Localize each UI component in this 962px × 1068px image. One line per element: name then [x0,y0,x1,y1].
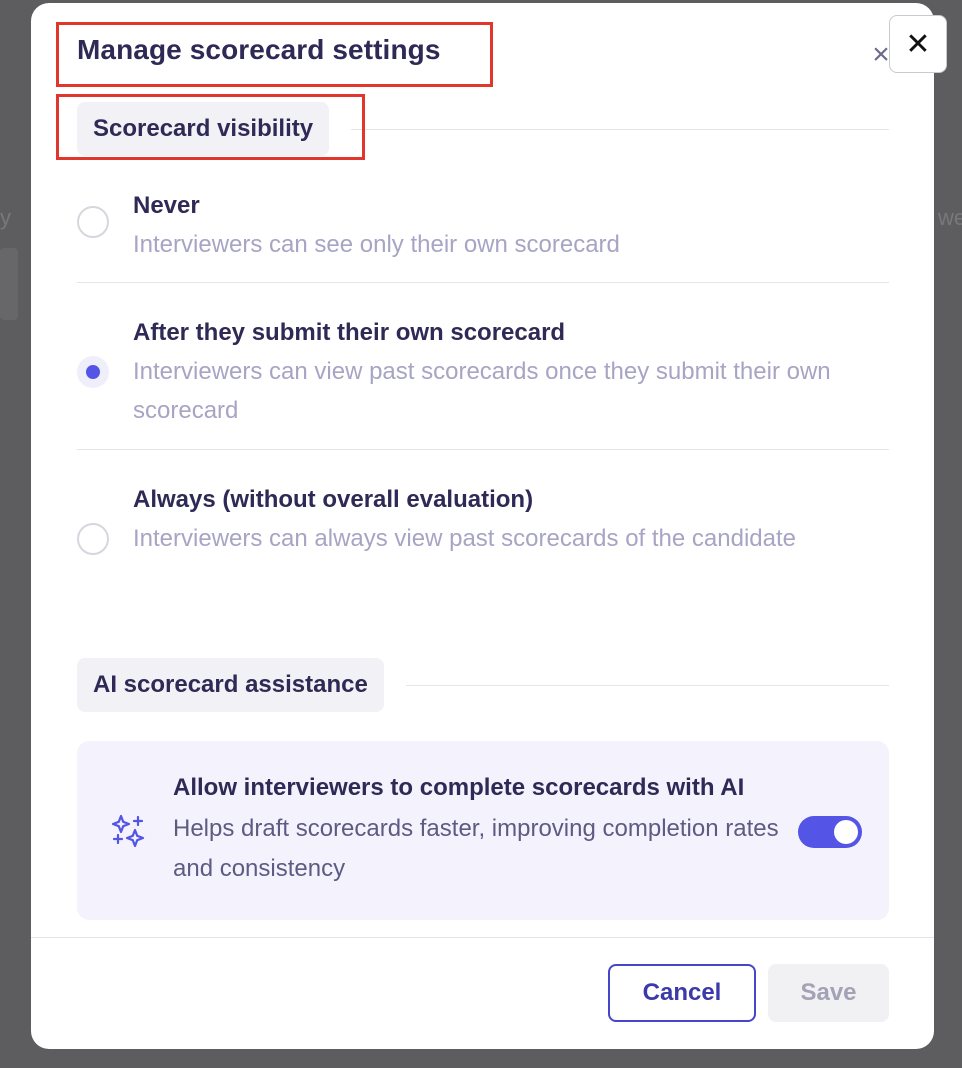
ai-assist-toggle[interactable] [798,816,862,848]
annotation-box-visibility [56,94,365,160]
ai-section-title: AI scorecard assistance [77,658,384,712]
option-divider [77,282,889,283]
option-description: Interviewers can view past scorecards on… [133,358,831,424]
ai-assist-description: Helps draft scorecards faster, improving… [173,815,779,882]
radio-button[interactable] [77,206,109,238]
ai-assist-text: Allow interviewers to complete scorecard… [173,771,813,889]
option-text: After they submit their own scorecard In… [133,316,889,430]
radio-button[interactable] [77,523,109,555]
save-button[interactable]: Save [768,964,889,1022]
option-label: After they submit their own scorecard [133,319,566,346]
ai-assist-card: Allow interviewers to complete scorecard… [77,741,889,920]
cancel-button[interactable]: Cancel [608,964,756,1022]
sparkles-icon [111,814,145,848]
section-divider [405,684,889,686]
option-label: Never [133,192,200,219]
visibility-option-after-submit[interactable]: After they submit their own scorecard In… [77,316,889,436]
toggle-knob [834,820,858,844]
background-glyph: y [0,205,11,230]
ai-section-header: AI scorecard assistance [77,658,889,712]
option-label: Always (without overall evaluation) [133,486,534,513]
background-glyph: we [938,205,962,230]
visibility-option-never[interactable]: Never Interviewers can see only their ow… [77,189,889,279]
annotation-box-title [56,22,493,87]
section-divider [351,128,889,130]
footer-divider [31,937,934,938]
option-divider [77,449,889,450]
option-description: Interviewers can see only their own scor… [133,231,620,258]
option-description: Interviewers can always view past scorec… [133,525,796,552]
option-text: Never Interviewers can see only their ow… [133,189,889,264]
close-icon: ✕ [905,27,931,61]
visibility-option-always[interactable]: Always (without overall evaluation) Inte… [77,483,889,603]
option-text: Always (without overall evaluation) Inte… [133,483,889,558]
close-button[interactable]: ✕ [889,15,947,73]
radio-button-selected[interactable] [77,356,109,388]
ai-assist-title: Allow interviewers to complete scorecard… [173,774,745,801]
background-panel [0,248,18,320]
